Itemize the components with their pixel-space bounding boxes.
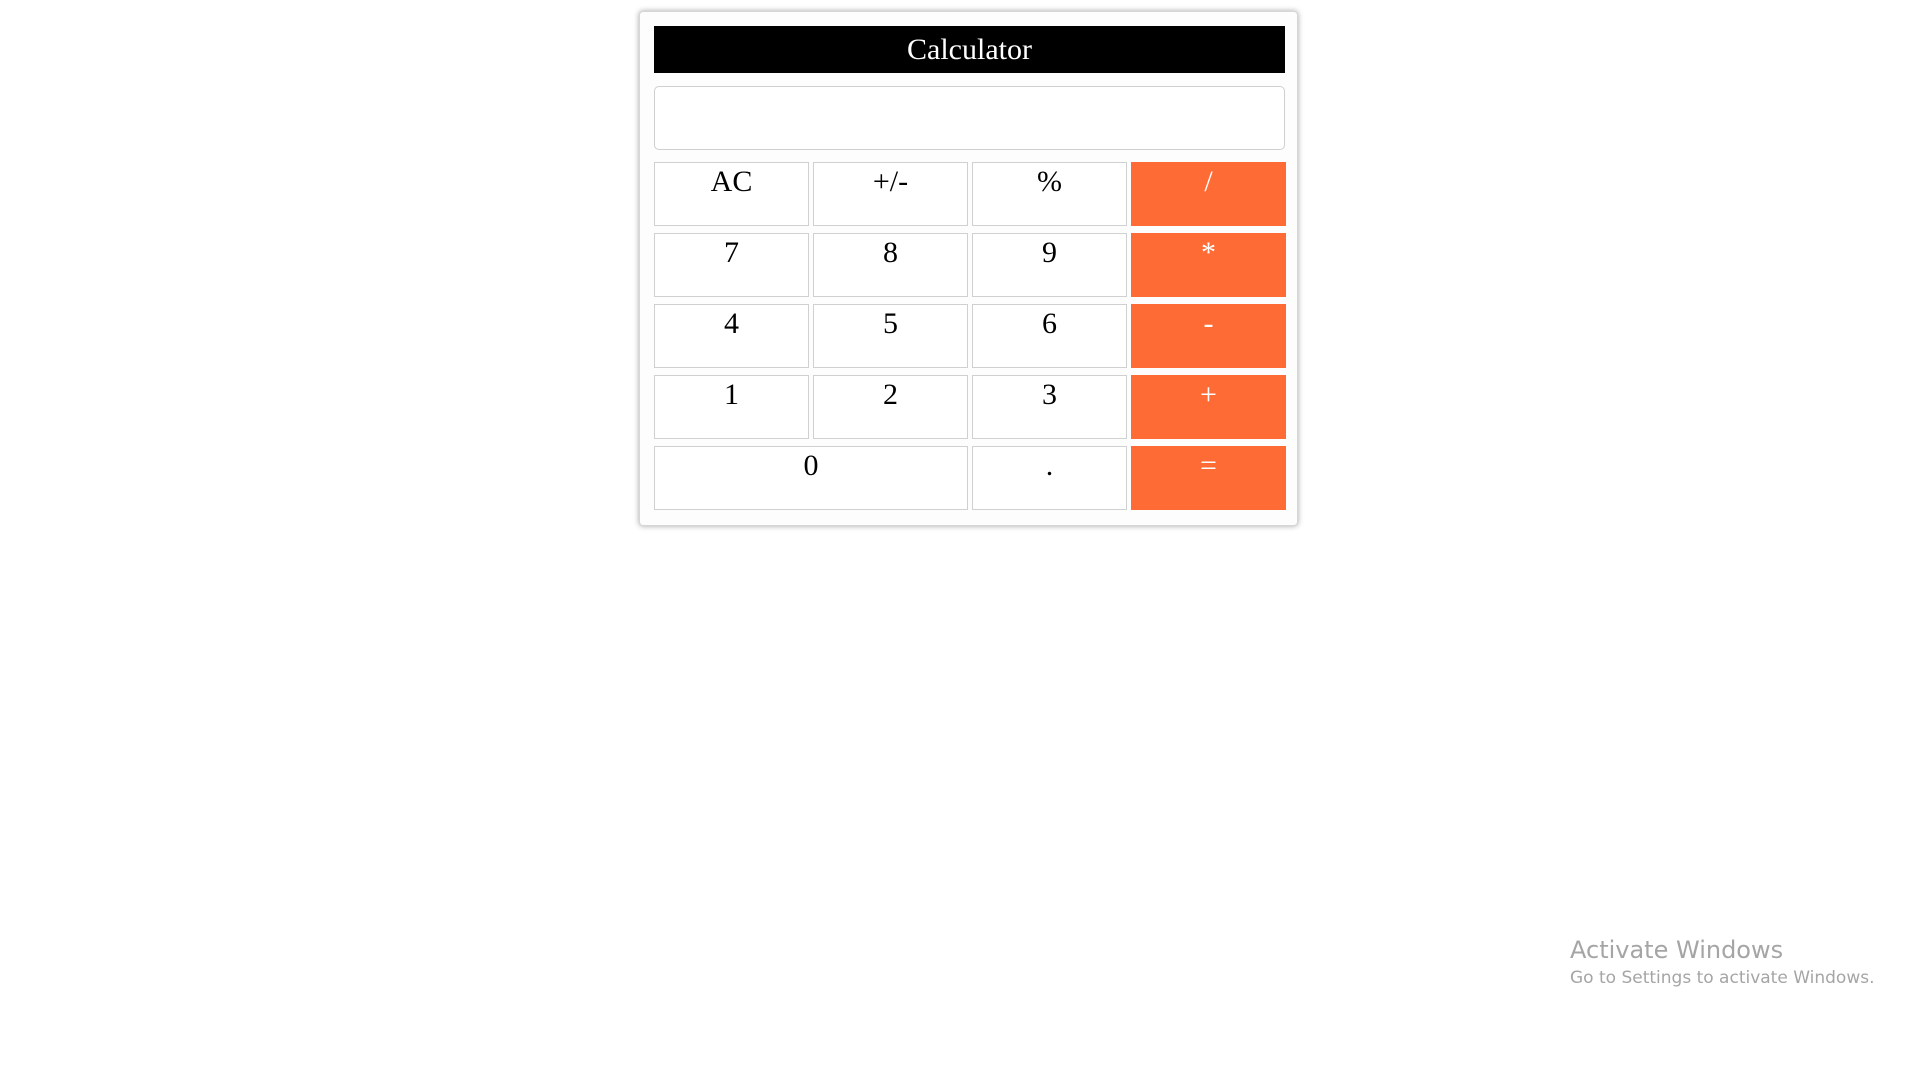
decimal-button[interactable]: . bbox=[972, 446, 1127, 510]
calculator-panel: Calculator AC +/- % / 7 8 9 * 4 5 6 - 1 … bbox=[639, 11, 1298, 526]
activate-windows-watermark: Activate Windows Go to Settings to activ… bbox=[1570, 935, 1875, 991]
calculator-keypad: AC +/- % / 7 8 9 * 4 5 6 - 1 2 3 + 0 . = bbox=[654, 162, 1287, 510]
digit-1-button[interactable]: 1 bbox=[654, 375, 809, 439]
clear-button[interactable]: AC bbox=[654, 162, 809, 226]
digit-4-button[interactable]: 4 bbox=[654, 304, 809, 368]
digit-8-button[interactable]: 8 bbox=[813, 233, 968, 297]
sign-toggle-button[interactable]: +/- bbox=[813, 162, 968, 226]
digit-5-button[interactable]: 5 bbox=[813, 304, 968, 368]
percent-button[interactable]: % bbox=[972, 162, 1127, 226]
calculator-display[interactable] bbox=[654, 86, 1285, 150]
add-button[interactable]: + bbox=[1131, 375, 1286, 439]
divide-button[interactable]: / bbox=[1131, 162, 1286, 226]
watermark-title: Activate Windows bbox=[1570, 936, 1784, 964]
digit-3-button[interactable]: 3 bbox=[972, 375, 1127, 439]
digit-7-button[interactable]: 7 bbox=[654, 233, 809, 297]
multiply-button[interactable]: * bbox=[1131, 233, 1286, 297]
subtract-button[interactable]: - bbox=[1131, 304, 1286, 368]
equals-button[interactable]: = bbox=[1131, 446, 1286, 510]
calculator-title: Calculator bbox=[654, 26, 1285, 73]
digit-6-button[interactable]: 6 bbox=[972, 304, 1127, 368]
watermark-subtitle: Go to Settings to activate Windows. bbox=[1570, 968, 1875, 988]
digit-0-button[interactable]: 0 bbox=[654, 446, 968, 510]
digit-2-button[interactable]: 2 bbox=[813, 375, 968, 439]
digit-9-button[interactable]: 9 bbox=[972, 233, 1127, 297]
